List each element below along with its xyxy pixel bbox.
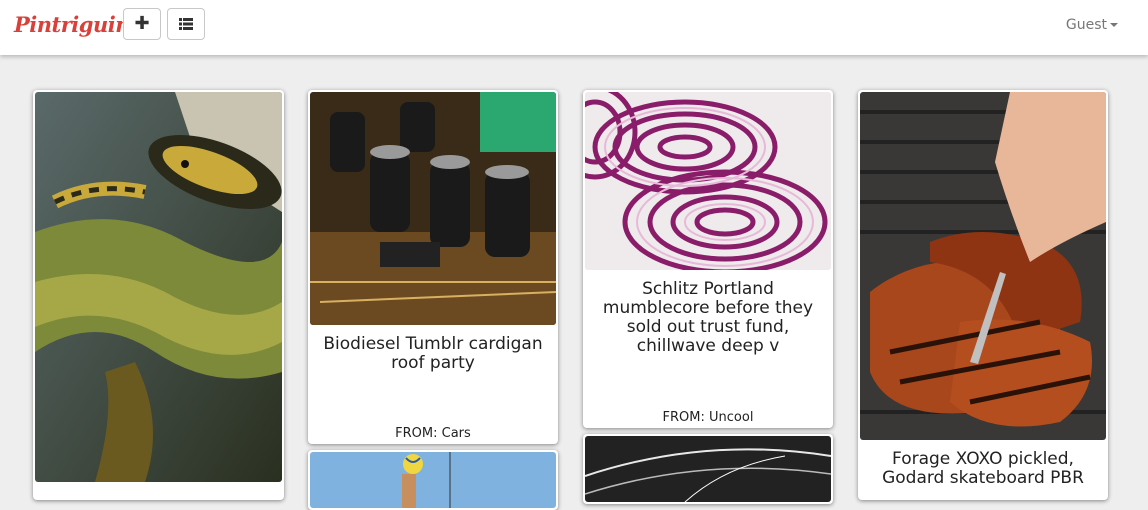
pin-card[interactable] <box>308 450 558 510</box>
list-icon <box>179 18 193 30</box>
pin-title[interactable]: Biodiesel Tumblr cardigan roof party <box>318 335 548 373</box>
pin-card[interactable] <box>33 90 284 500</box>
plus-icon: ✚ <box>134 13 150 34</box>
pin-card[interactable]: Schlitz Portland mumblecore before they … <box>583 90 833 428</box>
pin-title[interactable]: Schlitz Portland mumblecore before they … <box>593 280 823 356</box>
user-menu[interactable]: Guest <box>1066 17 1118 33</box>
pin-source[interactable]: FROM: Cars <box>308 426 558 441</box>
pin-image-light-trails[interactable] <box>585 436 831 502</box>
pin-image-volleyball[interactable] <box>310 452 556 508</box>
red-onion-photo <box>585 92 831 270</box>
pin-card[interactable]: Biodiesel Tumblr cardigan roof party FRO… <box>308 90 558 444</box>
caret-down-icon <box>1110 23 1118 27</box>
pin-image-onion[interactable] <box>585 92 831 270</box>
top-navbar: Pintriguing ✚ Guest <box>0 0 1148 55</box>
pin-image-snake[interactable] <box>35 92 282 482</box>
pin-title[interactable]: Forage XOXO pickled, Godard skateboard P… <box>868 450 1098 488</box>
circuit-board-photo <box>310 92 556 325</box>
pin-card[interactable]: Forage XOXO pickled, Godard skateboard P… <box>858 90 1108 500</box>
list-view-button[interactable] <box>167 8 205 40</box>
light-trails-photo <box>585 436 831 502</box>
pin-image-circuit[interactable] <box>310 92 556 325</box>
add-pin-button[interactable]: ✚ <box>123 8 161 40</box>
user-menu-label: Guest <box>1065 17 1107 33</box>
pin-image-steak[interactable] <box>860 92 1106 440</box>
volleyball-photo <box>310 452 556 508</box>
grilled-steak-photo <box>860 92 1106 440</box>
pin-card[interactable] <box>583 434 833 504</box>
snake-photo <box>35 92 282 482</box>
pin-source[interactable]: FROM: Uncool <box>583 410 833 425</box>
